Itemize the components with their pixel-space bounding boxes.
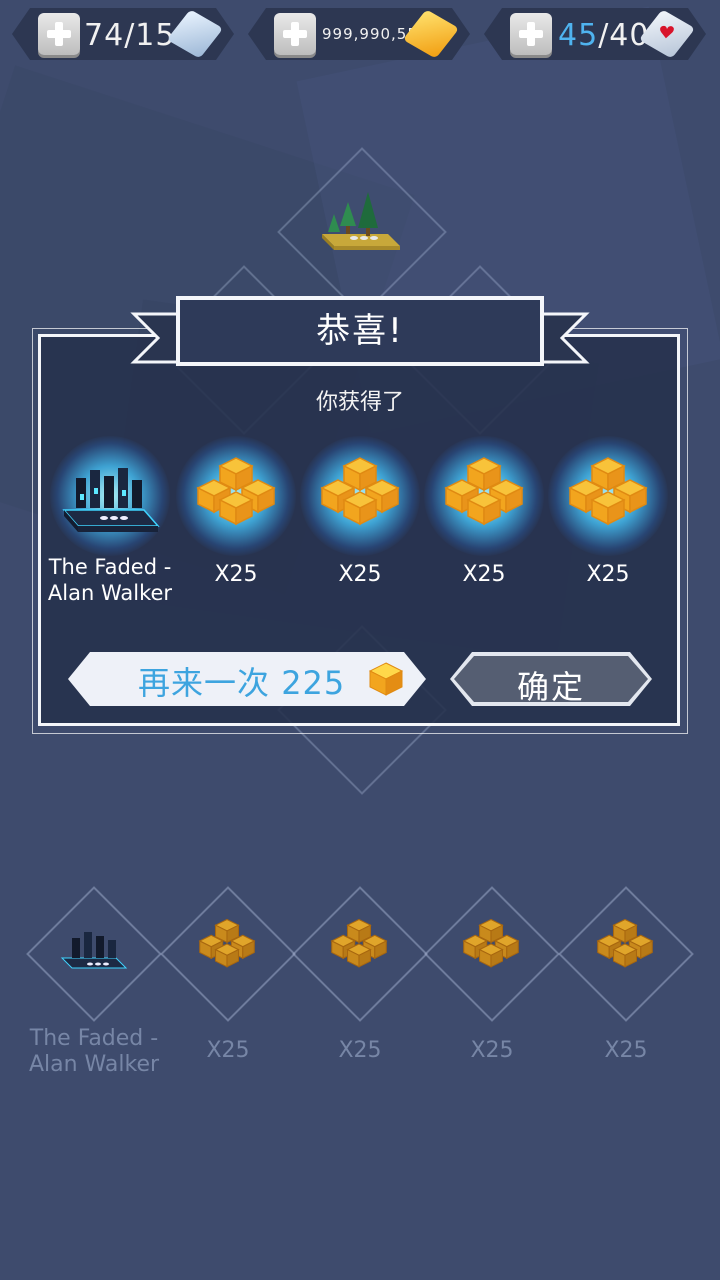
confirm-button[interactable]: 确定	[450, 652, 652, 706]
gold-pile-icon	[596, 918, 654, 968]
gold-cube-icon	[403, 9, 460, 58]
song-level-icon	[60, 932, 128, 969]
history-item: The Faded - Alan Walker	[26, 886, 162, 1092]
history-label: The Faded - Alan Walker	[28, 1026, 160, 1077]
reward-item: X25	[174, 430, 298, 610]
gold-pile-icon	[320, 457, 400, 526]
gold-pile-icon	[330, 918, 388, 968]
reward-item: X25	[546, 430, 670, 610]
confirm-label: 确定	[516, 668, 585, 706]
gold-pile-icon	[196, 457, 276, 526]
gold-pile-icon	[444, 457, 524, 526]
gold-pile-icon	[462, 918, 520, 968]
add-cubes-button[interactable]	[38, 13, 80, 55]
reward-item: The Faded - Alan Walker	[48, 430, 172, 610]
draw-again-button[interactable]: 再来一次 225	[68, 652, 426, 706]
gold-counter: 999,990,556	[248, 8, 470, 60]
cubes-counter: 74/15	[12, 8, 234, 60]
history-item: X25	[558, 886, 694, 1092]
history-item: X25	[424, 886, 560, 1092]
reward-item: X25	[298, 430, 422, 610]
reward-label: The Faded - Alan Walker	[47, 555, 173, 605]
reward-label: X25	[586, 562, 630, 587]
history-item: X25	[160, 886, 296, 1092]
cubes-count: 74/15	[84, 18, 176, 53]
reward-item: X25	[422, 430, 546, 610]
reward-label: X25	[338, 562, 382, 587]
history-label: X25	[338, 1038, 382, 1063]
confirm-button-face: 确定	[454, 656, 648, 702]
reward-label: X25	[462, 562, 506, 587]
dialog-subtitle: 你获得了	[315, 390, 404, 415]
history-label: X25	[470, 1038, 514, 1063]
song-level-icon	[62, 468, 160, 532]
draw-again-label: 再来一次 225	[138, 664, 346, 702]
gold-cube-icon	[366, 661, 406, 697]
lives-counter: 45/40	[484, 8, 706, 60]
gold-pile-icon	[568, 457, 648, 526]
reward-label: X25	[214, 562, 258, 587]
add-lives-button[interactable]	[510, 13, 552, 55]
dialog-title: 恭喜!	[316, 311, 404, 351]
gold-pile-icon	[198, 918, 256, 968]
history-label: X25	[604, 1038, 648, 1063]
currency-bar: 74/15 999,990,556 45/40	[0, 0, 720, 70]
forest-level-icon	[322, 192, 400, 250]
history-label: X25	[206, 1038, 250, 1063]
add-gold-button[interactable]	[274, 13, 316, 55]
history-item: X25	[292, 886, 428, 1092]
lives-count: 45/40	[558, 18, 650, 53]
